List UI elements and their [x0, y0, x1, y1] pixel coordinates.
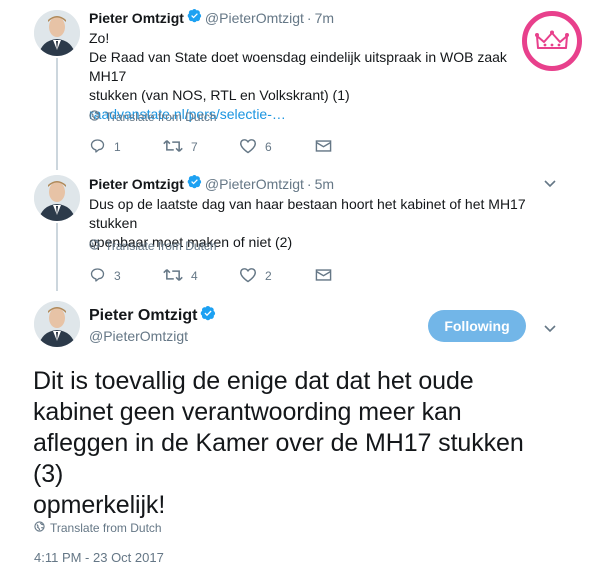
main-tweet-line: opmerkelijk!	[33, 491, 166, 519]
dm-icon	[315, 139, 332, 156]
avatar-image	[34, 301, 80, 347]
translate-label: Translate from Dutch	[105, 239, 217, 253]
like-button[interactable]: 2	[239, 267, 272, 286]
retweet-button[interactable]: 7	[163, 138, 198, 157]
crown-badge-icon	[522, 11, 582, 71]
thread-line	[56, 58, 58, 170]
main-tweet-line: (3)	[33, 460, 64, 488]
main-tweet-line: kabinet geen verantwoording meer kan	[33, 398, 462, 426]
main-tweet-text: Dit is toevallig de enige dat dat het ou…	[33, 366, 578, 521]
verified-icon	[187, 174, 202, 194]
author-handle[interactable]: @PieterOmtzigt	[89, 328, 188, 344]
action-bar: 1 7 6	[89, 137, 339, 157]
retweet-button[interactable]: 4	[163, 267, 198, 286]
avatar[interactable]	[34, 301, 80, 347]
tweet-time[interactable]: 5m	[315, 176, 334, 192]
reply-count: 3	[114, 269, 121, 283]
author-name[interactable]: Pieter Omtzigt	[89, 176, 184, 192]
translate-label: Translate from Dutch	[50, 521, 162, 535]
verified-icon	[187, 8, 202, 28]
dm-button[interactable]	[315, 139, 332, 156]
like-button[interactable]: 6	[239, 138, 272, 157]
translate-link[interactable]: Translate from Dutch	[89, 110, 217, 124]
chevron-down-icon[interactable]	[543, 321, 557, 339]
avatar-image	[34, 175, 80, 221]
reply-icon	[89, 138, 106, 157]
like-icon	[239, 138, 257, 157]
tweet-header: Pieter Omtzigt @PieterOmtzigt · 5m	[89, 174, 334, 194]
translate-label: Translate from Dutch	[105, 110, 217, 124]
retweet-count: 7	[191, 140, 198, 154]
tweet-time[interactable]: 7m	[315, 10, 334, 26]
action-bar: 3 4 2	[89, 266, 339, 286]
author-handle[interactable]: @PieterOmtzigt	[205, 10, 304, 26]
verified-icon	[200, 305, 216, 326]
tweet-text-line: De Raad van State doet woensdag eindelij…	[89, 49, 507, 84]
like-icon	[239, 267, 257, 286]
globe-icon	[34, 521, 45, 535]
globe-icon	[89, 239, 100, 253]
tweet-timestamp[interactable]: 4:11 PM - 23 Oct 2017	[34, 550, 164, 565]
globe-icon	[89, 110, 100, 124]
dm-icon	[315, 268, 332, 285]
thread-line	[56, 223, 58, 291]
retweet-icon	[163, 267, 183, 286]
main-tweet-line: afleggen in de Kamer over de MH17 stukke…	[33, 429, 524, 457]
like-count: 2	[265, 269, 272, 283]
author-name[interactable]: Pieter Omtzigt	[89, 10, 184, 26]
translate-link[interactable]: Translate from Dutch	[89, 239, 217, 253]
reply-count: 1	[114, 140, 121, 154]
main-author-row: Pieter Omtzigt	[89, 305, 219, 326]
reply-icon	[89, 267, 106, 286]
avatar[interactable]	[34, 10, 80, 56]
reply-button[interactable]: 1	[89, 138, 121, 157]
tweet-header: Pieter Omtzigt @PieterOmtzigt · 7m	[89, 8, 334, 28]
translate-link[interactable]: Translate from Dutch	[34, 521, 162, 535]
tweet-text-line: Dus op de laatste dag van haar bestaan h…	[89, 196, 526, 231]
author-name[interactable]: Pieter Omtzigt	[89, 307, 197, 325]
dm-button[interactable]	[315, 268, 332, 285]
separator: ·	[306, 176, 312, 192]
main-tweet-line: Dit is toevallig de enige dat dat het ou…	[33, 367, 474, 395]
author-handle[interactable]: @PieterOmtzigt	[205, 176, 304, 192]
avatar-image	[34, 10, 80, 56]
separator: ·	[306, 10, 312, 26]
avatar[interactable]	[34, 175, 80, 221]
tweet-text-line: Zo!	[89, 30, 110, 46]
chevron-down-icon[interactable]	[543, 176, 557, 194]
retweet-count: 4	[191, 269, 198, 283]
reply-button[interactable]: 3	[89, 267, 121, 286]
tweet-text-line: stukken (van NOS, RTL en Volkskrant) (1)	[89, 87, 350, 103]
like-count: 6	[265, 140, 272, 154]
retweet-icon	[163, 138, 183, 157]
following-button[interactable]: Following	[428, 310, 526, 342]
